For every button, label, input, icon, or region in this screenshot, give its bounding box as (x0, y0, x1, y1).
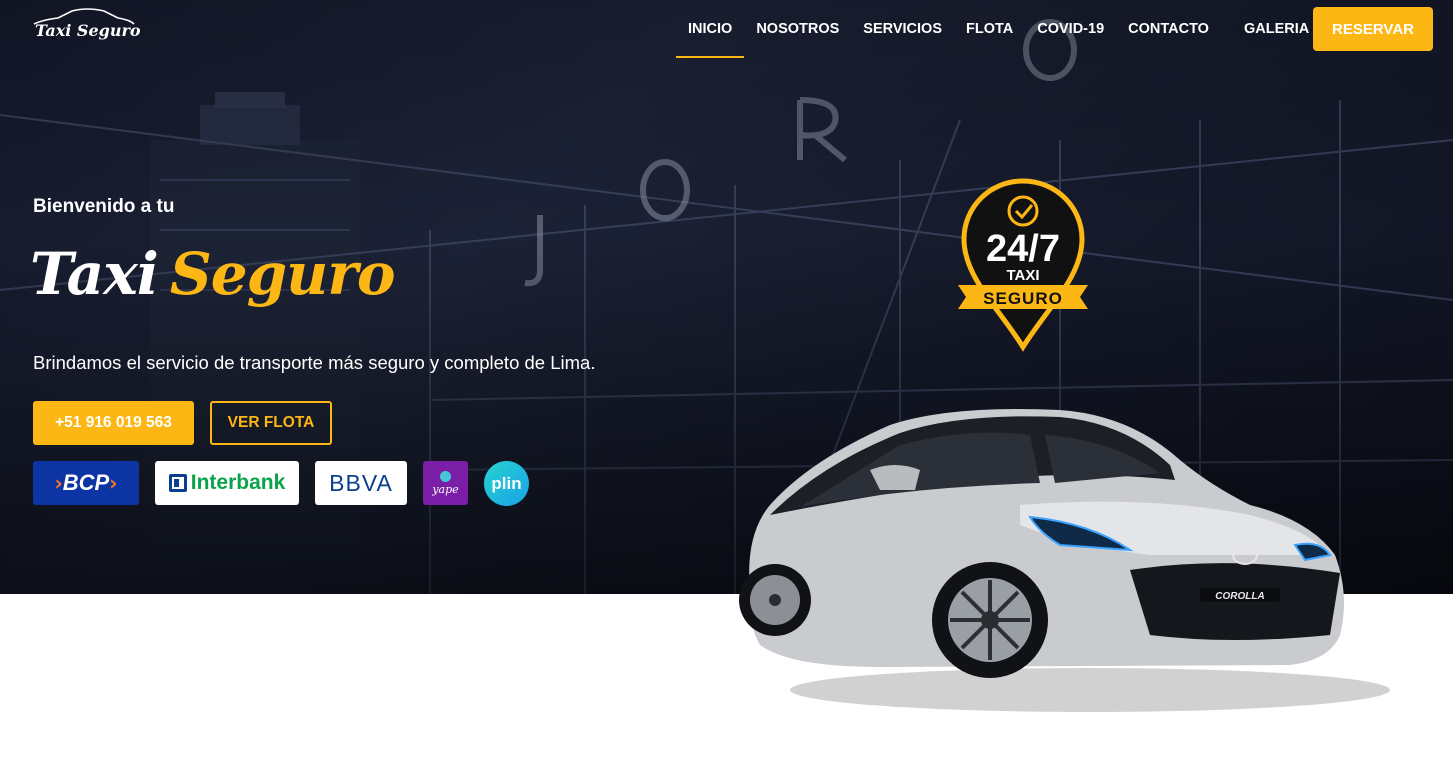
24-7-taxi-seguro-badge: 24/7 TAXI SEGURO (958, 178, 1088, 352)
logo-text: Taxi Seguro (35, 21, 141, 40)
nav-galeria[interactable]: GALERIA (1232, 0, 1321, 58)
nav-servicios[interactable]: SERVICIOS (851, 0, 954, 58)
interbank-logo: Interbank (155, 461, 299, 505)
nav-nosotros[interactable]: NOSOTROS (744, 0, 851, 58)
hero-title: Taxi Seguro (30, 236, 396, 312)
bcp-arrow-icon: › (109, 471, 118, 495)
car-model-plate: COROLLA (1215, 591, 1264, 602)
hero-title-taxi: Taxi (30, 240, 159, 308)
main-nav: INICIO NOSOTROS SERVICIOS FLOTA COVID-19… (676, 0, 1321, 58)
plin-logo: plin (484, 461, 529, 506)
bbva-logo: BBVA (315, 461, 407, 505)
toyota-corolla-image: COROLLA (739, 409, 1390, 712)
bcp-logo: › BCP › (33, 461, 139, 505)
yape-dot-icon (440, 470, 451, 482)
interbank-mark-icon (168, 474, 187, 492)
svg-text:24/7: 24/7 (986, 228, 1060, 270)
bcp-arrow-icon: › (54, 471, 63, 495)
view-fleet-button[interactable]: VER FLOTA (210, 401, 332, 445)
svg-text:SEGURO: SEGURO (983, 289, 1063, 308)
nav-flota[interactable]: FLOTA (954, 0, 1025, 58)
hero-subtitle: Brindamos el servicio de transporte más … (33, 352, 596, 373)
site-logo[interactable]: Taxi Seguro (32, 8, 141, 46)
hero-title-seguro: Seguro (169, 240, 396, 308)
nav-covid[interactable]: COVID-19 (1025, 0, 1116, 58)
yape-logo: yape (423, 461, 468, 505)
welcome-text: Bienvenido a tu (33, 196, 175, 217)
svg-text:TAXI: TAXI (1006, 267, 1039, 284)
nav-contacto[interactable]: CONTACTO (1116, 0, 1221, 58)
phone-button[interactable]: +51 916 019 563 (33, 401, 194, 445)
reserve-button[interactable]: RESERVAR (1313, 7, 1433, 51)
nav-inicio[interactable]: INICIO (676, 0, 745, 58)
